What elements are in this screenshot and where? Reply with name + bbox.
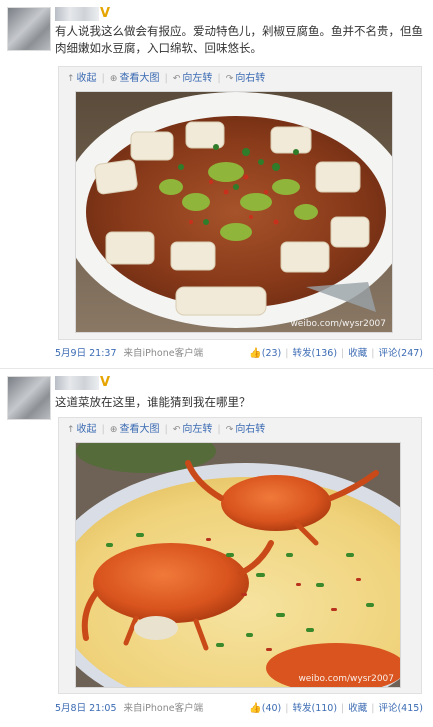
thumbs-up-icon: 👍 bbox=[249, 703, 262, 714]
magnify-icon: ⊕ bbox=[109, 425, 118, 435]
media-box: ↑ 收起 | ⊕ 查看大图 | ↶ 向左转 | ↷ 向右转 weibo.com/… bbox=[58, 417, 422, 694]
media-box: ↑ 收起 | ⊕ 查看大图 | ↶ 向左转 | ↷ 向右转 weibo.com/… bbox=[58, 66, 422, 340]
post-text: 这道菜放在这里，谁能猜到我在哪里？ bbox=[55, 395, 251, 409]
thumbs-up-icon: 👍 bbox=[249, 348, 262, 359]
rotate-left-button[interactable]: ↶ 向左转 bbox=[173, 422, 213, 438]
comment-button[interactable]: 评论(247) bbox=[378, 348, 423, 359]
rotate-right-icon: ↷ bbox=[225, 74, 234, 84]
favorite-button[interactable]: 收藏 bbox=[348, 348, 367, 359]
image-toolbar: ↑ 收起 | ⊕ 查看大图 | ↶ 向左转 | ↷ 向右转 bbox=[67, 71, 265, 87]
like-button[interactable]: 👍(40) bbox=[249, 703, 281, 714]
photo-watermark: weibo.com/wysr2007 bbox=[298, 674, 394, 684]
avatar[interactable] bbox=[7, 376, 51, 420]
favorite-button[interactable]: 收藏 bbox=[348, 703, 367, 714]
post-source: 来自iPhone客户端 bbox=[123, 348, 204, 359]
view-large-button[interactable]: ⊕ 查看大图 bbox=[110, 71, 160, 87]
post-photo-fish[interactable]: weibo.com/wysr2007 bbox=[75, 91, 393, 333]
rotate-right-icon: ↷ bbox=[225, 425, 234, 435]
post-source: 来自iPhone客户端 bbox=[123, 703, 204, 714]
photo-watermark: weibo.com/wysr2007 bbox=[290, 319, 386, 329]
comment-button[interactable]: 评论(415) bbox=[378, 703, 423, 714]
username-blurred[interactable] bbox=[55, 376, 99, 390]
post-divider bbox=[0, 368, 433, 369]
avatar[interactable] bbox=[7, 7, 51, 51]
post-meta: 5月8日 21:05 来自iPhone客户端 👍(40) | 转发(110) | 收藏 |… bbox=[55, 702, 423, 716]
repost-button[interactable]: 转发(136) bbox=[292, 348, 337, 359]
weibo-post: V 这道菜放在这里，谁能猜到我在哪里？ ↑ 收起 | ⊕ 查看大图 | ↶ 向左转 | ↷ 向右转 bbox=[0, 372, 433, 727]
fish-dish-image: weibo.com/wysr2007 bbox=[76, 92, 392, 332]
image-toolbar: ↑ 收起 | ⊕ 查看大图 | ↶ 向左转 | ↷ 向右转 bbox=[67, 422, 265, 438]
rotate-left-button[interactable]: ↶ 向左转 bbox=[173, 71, 213, 87]
view-large-button[interactable]: ⊕ 查看大图 bbox=[110, 422, 160, 438]
collapse-icon: ↑ bbox=[67, 74, 75, 84]
verified-badge-icon: V bbox=[100, 6, 111, 21]
post-text: 有人说我这么做会有报应。爱动特色儿，剁椒豆腐鱼。鱼并不名贵，但鱼肉细嫩如水豆腐，… bbox=[55, 24, 423, 55]
post-date-link[interactable]: 5月9日 21:37 bbox=[55, 348, 117, 359]
magnify-icon: ⊕ bbox=[109, 74, 118, 84]
post-date-link[interactable]: 5月8日 21:05 bbox=[55, 703, 117, 714]
username-blurred[interactable] bbox=[55, 7, 99, 21]
like-button[interactable]: 👍(23) bbox=[249, 348, 281, 359]
post-photo-crab[interactable]: weibo.com/wysr2007 bbox=[75, 442, 401, 688]
collapse-button[interactable]: ↑ 收起 bbox=[67, 71, 97, 87]
post-actions: 👍(40) | 转发(110) | 收藏 | 评论(415) bbox=[249, 703, 423, 714]
weibo-post: V 有人说我这么做会有报应。爱动特色儿，剁椒豆腐鱼。鱼并不名贵，但鱼肉细嫩如水豆… bbox=[0, 0, 433, 365]
rotate-left-icon: ↶ bbox=[172, 425, 181, 435]
rotate-left-icon: ↶ bbox=[172, 74, 181, 84]
collapse-icon: ↑ bbox=[67, 425, 75, 435]
collapse-button[interactable]: ↑ 收起 bbox=[67, 422, 97, 438]
repost-button[interactable]: 转发(110) bbox=[292, 703, 337, 714]
rotate-right-button[interactable]: ↷ 向右转 bbox=[226, 71, 266, 87]
post-meta: 5月9日 21:37 来自iPhone客户端 👍(23) | 转发(136) | 收藏 |… bbox=[55, 347, 423, 361]
post-actions: 👍(23) | 转发(136) | 收藏 | 评论(247) bbox=[249, 348, 423, 359]
crab-dish-image: weibo.com/wysr2007 bbox=[76, 443, 400, 687]
rotate-right-button[interactable]: ↷ 向右转 bbox=[226, 422, 266, 438]
verified-badge-icon: V bbox=[100, 375, 111, 390]
